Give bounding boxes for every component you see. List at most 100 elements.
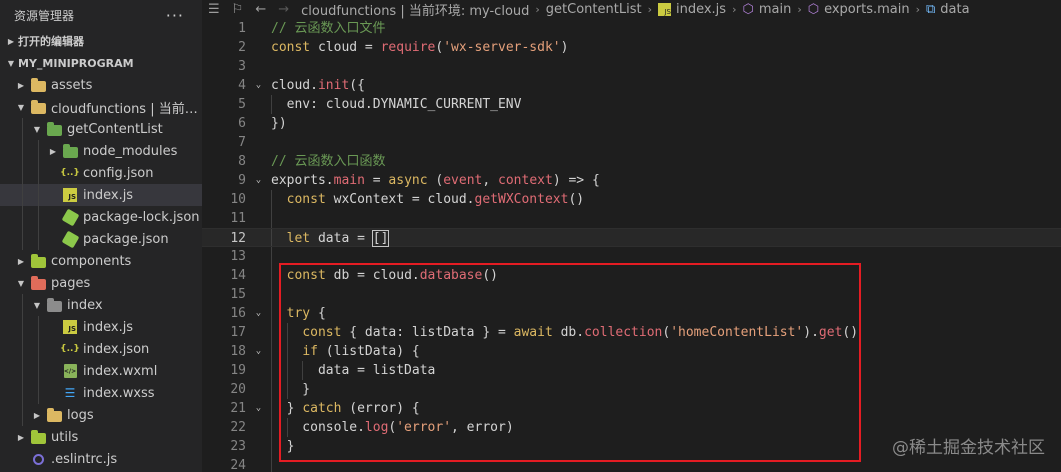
code-line[interactable]: 1 // 云函数入口文件 — [202, 19, 1061, 38]
code-line[interactable]: 24 — [202, 456, 1061, 472]
line-number: 24 — [230, 458, 246, 472]
tree-item-label: getContentList — [67, 121, 163, 137]
breadcrumb-item[interactable]: getContentList — [546, 2, 642, 17]
code-line[interactable]: 4 ⌄ cloud.init({ — [202, 76, 1061, 95]
code-token: wxContext = cloud. — [325, 192, 475, 207]
code-line[interactable]: 18 ⌄ if (listData) { — [202, 342, 1061, 361]
code-line[interactable]: 8 // 云函数入口函数 — [202, 152, 1061, 171]
code-line[interactable]: 19 data = listData — [202, 361, 1061, 380]
tree-item[interactable]: ☰ index.wxss — [0, 382, 202, 404]
fold-gutter — [246, 229, 271, 246]
code-token: env: cloud.DYNAMIC_CURRENT_ENV — [271, 97, 522, 112]
open-editors-section[interactable]: ▶ 打开的编辑器 — [0, 30, 202, 52]
fold-gutter — [246, 418, 271, 437]
tree-item[interactable]: </> index.wxml — [0, 360, 202, 382]
indent-guide — [22, 294, 23, 316]
line-number: 23 — [230, 439, 246, 454]
code-line[interactable]: 14 const db = cloud.database() — [202, 266, 1061, 285]
breadcrumb-item[interactable]: exports.main — [824, 2, 910, 17]
code-line[interactable]: 20 } — [202, 380, 1061, 399]
indent-guide — [22, 338, 23, 360]
chevron-down-icon: ▼ — [17, 278, 25, 288]
tree-item[interactable]: package.json — [0, 228, 202, 250]
code-token: database — [419, 268, 483, 283]
code-token: = — [364, 173, 389, 188]
breadcrumb-item[interactable]: data — [940, 2, 969, 17]
code-token: 'error' — [396, 420, 452, 435]
tree-item-label: logs — [67, 407, 94, 423]
code-token: const — [286, 192, 326, 207]
breadcrumb-item[interactable]: index.js — [676, 2, 726, 17]
fold-chevron-icon[interactable]: ⌄ — [246, 304, 271, 323]
chevron-right-icon: › — [535, 3, 540, 16]
variable-icon: ⧉ — [926, 2, 936, 17]
tree-item[interactable]: ▶ utils — [0, 426, 202, 448]
indent-guide — [271, 190, 272, 209]
tree-item[interactable]: ▶ node_modules — [0, 140, 202, 162]
code-line[interactable]: 15 — [202, 285, 1061, 304]
tree-item[interactable]: ▼ index — [0, 294, 202, 316]
open-editors-label: 打开的编辑器 — [18, 35, 84, 48]
code-text: exports.main = async (event, context) =>… — [271, 171, 600, 190]
code-line[interactable]: 5 env: cloud.DYNAMIC_CURRENT_ENV — [202, 95, 1061, 114]
tree-item[interactable]: ▶ components — [0, 250, 202, 272]
fold-chevron-icon[interactable]: ⌄ — [246, 399, 271, 418]
code-line[interactable]: 9 ⌄ exports.main = async (event, context) … — [202, 171, 1061, 190]
indent-guide — [271, 456, 272, 472]
code-token: context — [498, 173, 553, 188]
code-text: const db = cloud.database() — [271, 266, 498, 285]
forward-arrow-icon[interactable]: → — [278, 2, 289, 17]
code-line[interactable]: 21 ⌄ } catch (error) { — [202, 399, 1061, 418]
tree-item[interactable]: ▼ cloudfunctions | 当前环境: my-cloud — [0, 96, 202, 118]
bookmark-icon[interactable]: ⚐ — [232, 2, 244, 17]
breadcrumb-item[interactable]: main — [759, 2, 791, 17]
tree-item[interactable]: package-lock.json — [0, 206, 202, 228]
code-line[interactable]: 6}) — [202, 114, 1061, 133]
code-line[interactable]: 13 — [202, 247, 1061, 266]
indent-guide — [271, 209, 272, 228]
tree-item[interactable]: {..} index.json — [0, 338, 202, 360]
code-text: console.log('error', error) — [271, 418, 514, 437]
code-line[interactable]: 2 const cloud = require('wx-server-sdk') — [202, 38, 1061, 57]
tree-item[interactable]: ▼ getContentList — [0, 118, 202, 140]
back-arrow-icon[interactable]: ← — [255, 2, 266, 17]
fold-chevron-icon[interactable]: ⌄ — [246, 342, 271, 361]
code-line[interactable]: 10 const wxContext = cloud.getWXContext(… — [202, 190, 1061, 209]
code-line[interactable]: 11 — [202, 209, 1061, 228]
code-token: ). — [803, 325, 819, 340]
tree-item[interactable]: ▶ assets — [0, 74, 202, 96]
fold-chevron-icon[interactable]: ⌄ — [246, 76, 271, 95]
code-line[interactable]: 3 — [202, 57, 1061, 76]
fold-gutter — [246, 456, 271, 472]
tree-item[interactable]: .eslintrc.js — [0, 448, 202, 470]
tree-item-label: assets — [51, 77, 93, 93]
tree-item[interactable]: ▼ pages — [0, 272, 202, 294]
tree-item[interactable]: {..} config.json — [0, 162, 202, 184]
line-number: 20 — [230, 382, 246, 397]
code-token: console. — [271, 420, 365, 435]
nodejs-file-icon — [61, 208, 79, 226]
tree-item[interactable]: ▶ logs — [0, 404, 202, 426]
code-line[interactable]: 16 ⌄ try { — [202, 304, 1061, 323]
menu-lines-icon[interactable]: ☰ — [208, 2, 220, 17]
folder-icon — [62, 143, 78, 159]
code-token: require — [380, 40, 436, 55]
tree-item[interactable]: JS index.js — [0, 316, 202, 338]
fold-chevron-icon[interactable]: ⌄ — [246, 171, 271, 190]
chevron-right-icon: › — [732, 3, 737, 16]
tree-item[interactable]: JS index.js — [0, 184, 202, 206]
code-editor[interactable]: 1// 云函数入口文件 2 const cloud = require('wx-se… — [202, 19, 1061, 472]
js-file-icon: JS — [657, 3, 671, 16]
breadcrumb-item[interactable]: cloudfunctions | 当前环境: my-cloud — [301, 0, 529, 19]
code-line[interactable]: 7 — [202, 133, 1061, 152]
fold-gutter — [246, 19, 271, 38]
project-section[interactable]: ▼ MY_MINIPROGRAM — [0, 52, 202, 74]
code-text: const { data: listData } = await db.coll… — [271, 323, 858, 342]
line-number: 1 — [238, 21, 246, 36]
chevron-right-icon: ▶ — [17, 432, 25, 442]
folder-icon — [46, 121, 62, 137]
code-line[interactable]: 17 const { data: listData } = await db.c… — [202, 323, 1061, 342]
code-line[interactable]: 12 let data = [] — [202, 228, 1061, 247]
more-actions-icon[interactable]: ··· — [166, 6, 184, 25]
